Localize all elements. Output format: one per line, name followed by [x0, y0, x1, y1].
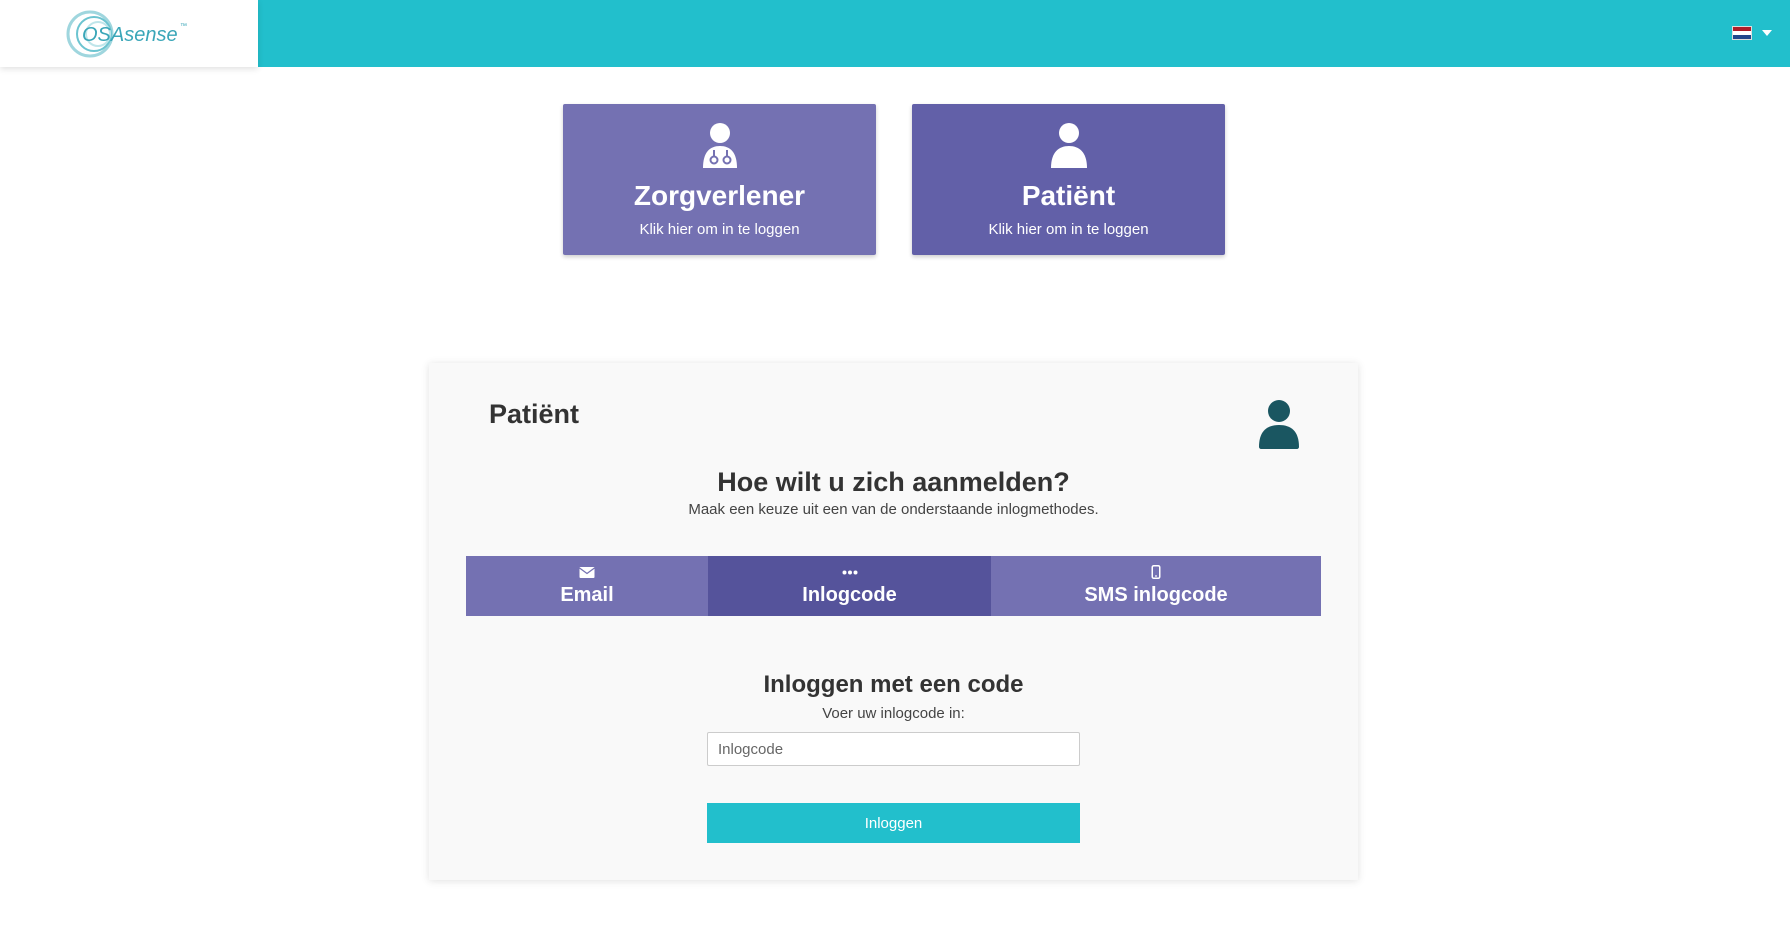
login-button[interactable]: Inloggen: [707, 803, 1080, 843]
top-bar: OSAsense ™: [0, 0, 1790, 67]
envelope-icon: [579, 565, 595, 579]
svg-text:OSAsense: OSAsense: [82, 24, 178, 46]
code-form-title: Inloggen met een code: [763, 671, 1024, 698]
code-form-label: Voer uw inlogcode in:: [822, 705, 965, 722]
flag-nl-icon: [1732, 26, 1752, 40]
svg-text:™: ™: [180, 23, 187, 30]
login-code-input[interactable]: [707, 732, 1080, 766]
role-card-subtitle: Klik hier om in te loggen: [639, 221, 800, 238]
tab-label: Inlogcode: [802, 584, 897, 606]
role-card-patient[interactable]: Patiënt Klik hier om in te loggen: [912, 104, 1225, 255]
role-card-title: Zorgverlener: [633, 180, 806, 211]
ellipsis-icon: [842, 565, 858, 579]
user-md-icon: [702, 123, 737, 168]
logo-trademark: ™: [180, 23, 187, 30]
user-icon: [1259, 400, 1299, 449]
tab-sms-inlogcode[interactable]: SMS inlogcode: [991, 556, 1321, 616]
login-method-tabs: Email Inlogcode SMS inlogcode: [466, 556, 1321, 616]
login-method-hint: Maak een keuze uit een van de onderstaan…: [688, 501, 1099, 518]
role-card-zorgverlener[interactable]: Zorgverlener Klik hier om in te loggen: [563, 104, 876, 255]
mobile-icon: [1151, 565, 1161, 579]
role-card-subtitle: Klik hier om in te loggen: [988, 221, 1149, 238]
panel-title: Patiënt: [489, 399, 580, 429]
tab-label: Email: [560, 584, 614, 606]
login-method-question: Hoe wilt u zich aanmelden?: [717, 467, 1070, 497]
role-card-title: Patiënt: [1021, 180, 1116, 211]
user-icon: [1050, 123, 1087, 168]
chevron-down-icon: [1762, 30, 1772, 36]
tab-email[interactable]: Email: [466, 556, 708, 616]
tab-inlogcode[interactable]: Inlogcode: [708, 556, 991, 616]
osasense-logo-icon: OSAsense ™: [66, 10, 187, 57]
language-dropdown[interactable]: [1732, 22, 1772, 44]
logo[interactable]: OSAsense ™: [0, 0, 258, 67]
tab-label: SMS inlogcode: [1084, 584, 1228, 606]
logo-text: OSAsense: [82, 24, 178, 46]
login-panel: Patiënt Hoe wilt u zich aanmelden? Maak …: [429, 363, 1358, 880]
